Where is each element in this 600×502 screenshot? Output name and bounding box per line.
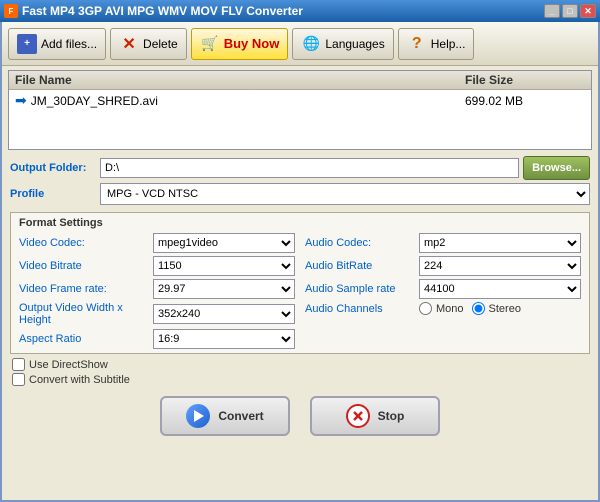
stop-label: Stop <box>378 409 405 423</box>
file-size-cell: 699.02 MB <box>465 94 585 108</box>
app-title: Fast MP4 3GP AVI MPG WMV MOV FLV Convert… <box>22 4 303 18</box>
help-button[interactable]: ? Help... <box>398 28 475 60</box>
video-framerate-row: Video Frame rate: 29.97 <box>19 279 295 299</box>
buy-now-button[interactable]: 🛒 Buy Now <box>191 28 289 60</box>
file-name-cell: JM_30DAY_SHRED.avi <box>31 94 465 108</box>
video-framerate-select[interactable]: 29.97 <box>153 279 295 299</box>
filesize-column-header: File Size <box>465 73 585 87</box>
audio-bitrate-row: Audio BitRate 224 <box>305 256 581 276</box>
bottom-buttons: Convert Stop <box>2 390 598 444</box>
help-icon: ? <box>407 34 427 54</box>
title-bar: F Fast MP4 3GP AVI MPG WMV MOV FLV Conve… <box>0 0 600 22</box>
output-folder-label: Output Folder: <box>10 162 100 174</box>
languages-button[interactable]: 🌐 Languages <box>292 28 393 60</box>
audio-bitrate-label: Audio BitRate <box>305 260 415 272</box>
stop-button[interactable]: Stop <box>310 396 440 436</box>
audio-bitrate-select[interactable]: 224 <box>419 256 581 276</box>
stereo-radio-group: Stereo <box>472 302 521 315</box>
aspect-ratio-select[interactable]: 16:9 <box>153 329 295 349</box>
buy-now-label: Buy Now <box>224 36 280 51</box>
mono-radio-group: Mono <box>419 302 464 315</box>
format-settings: Format Settings Video Codec: mpeg1video … <box>10 212 590 354</box>
aspect-ratio-row: Aspect Ratio 16:9 <box>19 329 295 349</box>
subtitle-row: Convert with Subtitle <box>12 373 588 386</box>
languages-label: Languages <box>325 37 384 51</box>
file-arrow-icon: ➡ <box>15 92 27 109</box>
video-size-select[interactable]: 352x240 <box>153 304 295 324</box>
profile-select[interactable]: MPG - VCD NTSC <box>100 183 590 205</box>
toolbar: + Add files... ✕ Delete 🛒 Buy Now 🌐 Lang… <box>2 22 598 66</box>
mono-label: Mono <box>436 303 464 315</box>
add-files-label: Add files... <box>41 37 97 51</box>
filename-column-header: File Name <box>15 73 465 87</box>
audio-samplerate-row: Audio Sample rate 44100 <box>305 279 581 299</box>
video-bitrate-row: Video Bitrate 1150 <box>19 256 295 276</box>
video-framerate-label: Video Frame rate: <box>19 283 149 295</box>
aspect-ratio-label: Aspect Ratio <box>19 333 149 345</box>
close-button[interactable]: ✕ <box>580 4 596 18</box>
add-icon: + <box>17 34 37 54</box>
audio-samplerate-select[interactable]: 44100 <box>419 279 581 299</box>
audio-samplerate-label: Audio Sample rate <box>305 283 415 295</box>
subtitle-label: Convert with Subtitle <box>29 374 130 386</box>
stereo-radio[interactable] <box>472 302 485 315</box>
stereo-label: Stereo <box>489 303 521 315</box>
app-icon: F <box>4 4 18 18</box>
video-bitrate-select[interactable]: 1150 <box>153 256 295 276</box>
convert-label: Convert <box>218 409 263 423</box>
output-folder-input[interactable] <box>100 158 519 178</box>
table-row[interactable]: ➡ JM_30DAY_SHRED.avi 699.02 MB <box>9 90 591 111</box>
delete-icon: ✕ <box>119 34 139 54</box>
directshow-checkbox[interactable] <box>12 358 25 371</box>
convert-icon <box>186 404 210 428</box>
checkbox-section: Use DirectShow Convert with Subtitle <box>2 354 598 390</box>
file-list-header: File Name File Size <box>9 71 591 90</box>
delete-label: Delete <box>143 37 178 51</box>
mono-radio[interactable] <box>419 302 432 315</box>
output-folder-row: Output Folder: Browse... <box>10 156 590 180</box>
browse-button[interactable]: Browse... <box>523 156 590 180</box>
video-size-label: Output Video Width x Height <box>19 302 149 326</box>
cart-icon: 🛒 <box>200 34 220 54</box>
profile-label: Profile <box>10 188 100 200</box>
add-files-button[interactable]: + Add files... <box>8 28 106 60</box>
delete-button[interactable]: ✕ Delete <box>110 28 187 60</box>
audio-codec-select[interactable]: mp2 <box>419 233 581 253</box>
languages-icon: 🌐 <box>301 34 321 54</box>
video-size-row: Output Video Width x Height 352x240 <box>19 302 295 326</box>
directshow-row: Use DirectShow <box>12 358 588 371</box>
video-bitrate-label: Video Bitrate <box>19 260 149 272</box>
format-settings-title: Format Settings <box>19 217 581 229</box>
audio-codec-row: Audio Codec: mp2 <box>305 233 581 253</box>
help-label: Help... <box>431 37 466 51</box>
directshow-label: Use DirectShow <box>29 359 108 371</box>
minimize-button[interactable]: _ <box>544 4 560 18</box>
file-list-area: File Name File Size ➡ JM_30DAY_SHRED.avi… <box>8 70 592 150</box>
video-codec-select[interactable]: mpeg1video <box>153 233 295 253</box>
audio-channels-label: Audio Channels <box>305 303 415 315</box>
video-codec-row: Video Codec: mpeg1video <box>19 233 295 253</box>
maximize-button[interactable]: □ <box>562 4 578 18</box>
video-codec-label: Video Codec: <box>19 237 149 249</box>
convert-button[interactable]: Convert <box>160 396 290 436</box>
audio-channels-row: Audio Channels Mono Stereo <box>305 302 581 315</box>
subtitle-checkbox[interactable] <box>12 373 25 386</box>
audio-codec-label: Audio Codec: <box>305 237 415 249</box>
profile-row: Profile MPG - VCD NTSC <box>10 183 590 205</box>
stop-icon <box>346 404 370 428</box>
